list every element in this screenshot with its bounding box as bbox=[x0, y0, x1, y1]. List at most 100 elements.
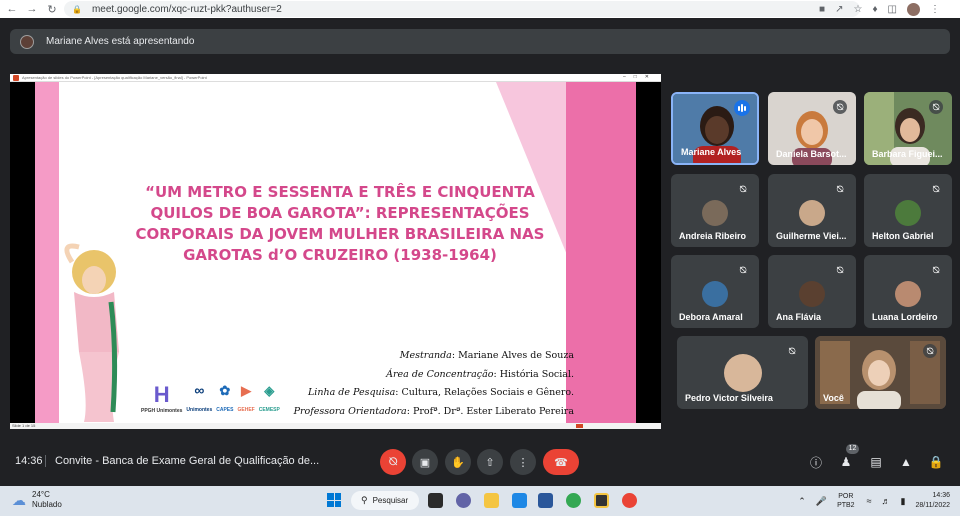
back-icon[interactable]: ← bbox=[4, 1, 20, 17]
mic-toggle-button[interactable]: ⦰ bbox=[380, 449, 406, 475]
battery-icon[interactable]: ▮ bbox=[901, 496, 906, 507]
more-icon: ⋮ bbox=[517, 456, 529, 469]
people-count-badge: 12 bbox=[846, 444, 859, 454]
participant-tile[interactable]: ⦰ Pedro Victor Silveira bbox=[677, 336, 808, 409]
start-button[interactable] bbox=[327, 493, 341, 507]
institution-logos: H PPGH Unimontes ∞ Unimontes ✿ CAPES ▶ GEHEF… bbox=[141, 382, 280, 414]
url-text: meet.google.com/xqc-ruzt-pkk?authuser=2 bbox=[91, 3, 282, 15]
raise-hand-button[interactable]: ✋ bbox=[445, 449, 471, 475]
info-line: Área de Concentração: História Social. bbox=[386, 368, 574, 380]
info-line: Mestranda: Mariane Alves de Souza bbox=[399, 350, 574, 361]
participant-tile[interactable]: ⦰ Helton Gabriel bbox=[864, 174, 952, 247]
participant-name: Andreia Ribeiro bbox=[679, 231, 747, 241]
unimontes-logo: ∞ Unimontes bbox=[186, 382, 213, 413]
mic-off-icon: ⦰ bbox=[932, 183, 940, 194]
mic-off-icon: ⦰ bbox=[388, 455, 398, 468]
mic-off-icon: ⦰ bbox=[932, 264, 940, 275]
mic-off-icon: ⦰ bbox=[788, 345, 796, 356]
sticky-app-icon[interactable] bbox=[594, 493, 609, 508]
participant-name: Barbara Figuei... bbox=[872, 149, 943, 159]
store-icon[interactable] bbox=[512, 493, 527, 508]
word-icon[interactable] bbox=[538, 493, 553, 508]
teams-icon[interactable] bbox=[456, 493, 471, 508]
avatar bbox=[799, 200, 825, 226]
participant-tile[interactable]: ⦰ Debora Amaral bbox=[671, 255, 759, 328]
chrome-icon[interactable] bbox=[566, 493, 581, 508]
camera-toggle-button[interactable]: ▣ bbox=[412, 449, 438, 475]
participant-name: Helton Gabriel bbox=[872, 231, 934, 241]
share-icon[interactable]: ↗ bbox=[835, 4, 843, 15]
chevron-up-icon[interactable]: ⌃ bbox=[798, 496, 806, 507]
cloud-icon: ☁ bbox=[12, 491, 26, 508]
host-controls-icon[interactable]: 🔒 bbox=[928, 454, 944, 470]
presentation-window-title: Apresentação de slides do PowerPoint - [… bbox=[22, 75, 207, 80]
presentation-status-bar: Slide 1 de 15 bbox=[10, 423, 661, 429]
taskbar-search[interactable]: ⚲ Pesquisar bbox=[351, 491, 419, 510]
camera-indicator-icon[interactable]: ■ bbox=[819, 4, 825, 15]
reload-icon[interactable]: ↻ bbox=[44, 1, 60, 17]
profile-avatar[interactable] bbox=[907, 2, 920, 16]
participant-tile[interactable]: ⦰ Você bbox=[815, 336, 946, 409]
temperature: 24°C bbox=[32, 490, 50, 499]
participant-tile[interactable]: ⦰ Daniela Barsot... bbox=[768, 92, 856, 165]
participant-tile[interactable]: ⦰ Barbara Figuei... bbox=[864, 92, 952, 165]
presenting-text: Mariane Alves está apresentando bbox=[46, 36, 195, 47]
mic-off-icon: ⦰ bbox=[836, 264, 844, 275]
forward-icon[interactable]: → bbox=[24, 1, 40, 17]
language-indicator[interactable]: POR PTB2 bbox=[837, 492, 855, 510]
volume-icon[interactable]: ♬ bbox=[882, 496, 891, 506]
hangup-icon: ☎ bbox=[554, 456, 568, 469]
more-options-button[interactable]: ⋮ bbox=[510, 449, 536, 475]
windows-taskbar: ☁ 24°C Nublado ⚲ Pesquisar ⌃ 🎤 POR PTB2 … bbox=[0, 486, 960, 516]
weather-widget[interactable]: ☁ 24°C Nublado bbox=[12, 490, 62, 510]
avatar bbox=[895, 200, 921, 226]
avatar bbox=[723, 354, 762, 392]
powerpoint-icon bbox=[13, 74, 19, 81]
participant-name: Guilherme Viei... bbox=[776, 231, 847, 241]
extensions-icon[interactable]: ♦ bbox=[872, 4, 877, 15]
lock-icon: 🔒 bbox=[72, 4, 82, 14]
system-tray: ⌃ 🎤 POR PTB2 ≈ ♬ ▮ 14:36 28/11/2022 bbox=[798, 486, 960, 516]
present-icon: ⇧ bbox=[485, 456, 495, 469]
participant-name: Ana Flávia bbox=[776, 312, 822, 322]
microphone-icon[interactable]: 🎤 bbox=[816, 496, 827, 507]
ppgh-logo: H PPGH Unimontes bbox=[141, 382, 183, 414]
taskbar-clock[interactable]: 14:36 28/11/2022 bbox=[915, 491, 950, 511]
activities-icon[interactable]: ▲ bbox=[898, 454, 914, 470]
info-line: Professora Orientadora: Profª. Drª. Este… bbox=[293, 405, 574, 417]
mic-off-icon: ⦰ bbox=[739, 264, 747, 275]
avatar bbox=[702, 200, 728, 226]
info-icon[interactable]: ⓘ bbox=[808, 454, 824, 470]
wifi-icon[interactable]: ≈ bbox=[867, 496, 872, 506]
chat-icon[interactable]: ▤ bbox=[868, 454, 884, 470]
hand-icon: ✋ bbox=[451, 456, 465, 469]
leave-call-button[interactable]: ☎ bbox=[543, 449, 579, 475]
chrome-active-icon[interactable] bbox=[622, 493, 637, 508]
participant-tile[interactable]: ⦰ Andreia Ribeiro bbox=[671, 174, 759, 247]
presentation-titlebar: Apresentação de slides do PowerPoint - [… bbox=[10, 74, 661, 82]
mic-off-icon: ⦰ bbox=[923, 344, 937, 358]
meeting-title: Convite - Banca de Exame Geral de Qualif… bbox=[55, 455, 320, 467]
participant-tile[interactable]: ⦰ Ana Flávia bbox=[768, 255, 856, 328]
speaking-indicator-icon bbox=[734, 100, 750, 116]
star-icon[interactable]: ☆ bbox=[853, 4, 862, 15]
address-bar[interactable]: 🔒 meet.google.com/xqc-ruzt-pkk?authuser=… bbox=[64, 1, 860, 17]
capes-logo: ✿ CAPES bbox=[216, 383, 234, 413]
people-icon[interactable]: ♟ bbox=[838, 454, 854, 470]
meeting-control-bar: 14:36 Convite - Banca de Exame Geral de … bbox=[0, 441, 960, 481]
participant-tile[interactable]: ⦰ Luana Lordeiro bbox=[864, 255, 952, 328]
participant-tile[interactable]: Mariane Alves bbox=[671, 92, 759, 165]
cemesp-logo: ◈ CEMESP bbox=[258, 383, 280, 413]
task-view-icon[interactable] bbox=[428, 493, 443, 508]
present-button[interactable]: ⇧ bbox=[477, 449, 503, 475]
menu-icon[interactable]: ⋮ bbox=[930, 4, 940, 15]
file-explorer-icon[interactable] bbox=[484, 493, 499, 508]
mic-off-icon: ⦰ bbox=[929, 100, 943, 114]
slide-title: “UM METRO E SESSENTA E TRÊS E CINQUENTA … bbox=[135, 183, 545, 264]
mic-off-icon: ⦰ bbox=[833, 100, 847, 114]
presentation-window: Apresentação de slides do PowerPoint - [… bbox=[10, 74, 661, 429]
participant-name: Debora Amaral bbox=[679, 312, 743, 322]
gehef-logo: ▶ GEHEF bbox=[237, 383, 255, 413]
sidebar-icon[interactable]: ◫ bbox=[888, 4, 897, 15]
participant-tile[interactable]: ⦰ Guilherme Viei... bbox=[768, 174, 856, 247]
